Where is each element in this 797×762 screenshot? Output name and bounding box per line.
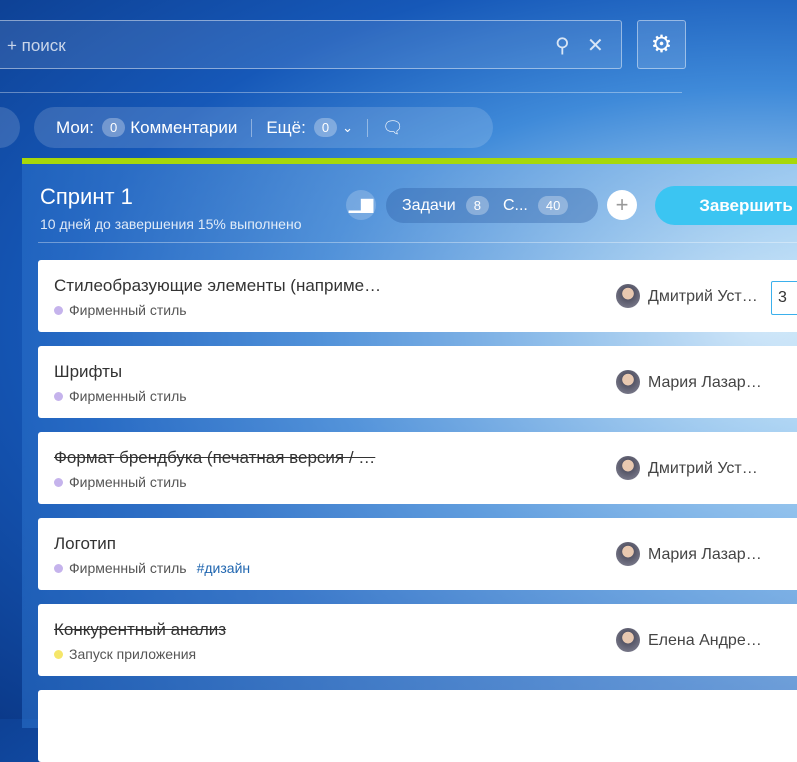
task-card[interactable]: Шрифты Фирменный стиль Мария Лазар… bbox=[38, 346, 797, 418]
task-tag: Фирменный стиль bbox=[54, 474, 187, 490]
sprint-tabs: Задачи 8 С... 40 bbox=[386, 188, 598, 223]
tag-label[interactable]: Фирменный стиль bbox=[69, 560, 187, 576]
sprint-title: Спринт 1 bbox=[40, 184, 133, 209]
assignee-name[interactable]: Елена Андре… bbox=[648, 632, 762, 650]
more-count[interactable]: 0 bbox=[313, 118, 338, 137]
tab-tasks[interactable]: Задачи bbox=[402, 197, 456, 215]
separator bbox=[251, 118, 253, 137]
task-name[interactable]: Формат брендбука (печатная версия / … bbox=[54, 448, 375, 468]
task-tag: Запуск приложения bbox=[54, 646, 196, 662]
mine-label: Мои: bbox=[56, 117, 95, 137]
separator bbox=[367, 118, 368, 137]
story-points-count: 40 bbox=[537, 196, 569, 215]
add-task-button[interactable]: + bbox=[607, 190, 637, 220]
tag-dot-icon bbox=[54, 392, 63, 401]
task-name[interactable]: Стилеобразующие элементы (наприме… bbox=[54, 276, 381, 296]
tag-dot-icon bbox=[54, 564, 63, 573]
tag-label[interactable]: Запуск приложения bbox=[69, 646, 196, 662]
assignee-name[interactable]: Мария Лазар… bbox=[648, 374, 762, 392]
close-icon[interactable]: ✕ bbox=[587, 33, 604, 58]
task-card[interactable] bbox=[38, 690, 797, 762]
avatar bbox=[616, 628, 640, 652]
sprint-subtitle: 10 дней до завершения 15% выполнено bbox=[40, 216, 302, 232]
tag-dot-icon bbox=[54, 306, 63, 315]
task-card[interactable]: Конкурентный анализ Запуск приложения Ел… bbox=[38, 604, 797, 676]
counters-bar: Мои: 0 Комментарии Ещё: 0 ⌄ 🗨 bbox=[34, 107, 493, 148]
divider bbox=[38, 242, 797, 243]
tag-label[interactable]: Фирменный стиль bbox=[69, 474, 187, 490]
more-label: Ещё: bbox=[266, 117, 306, 137]
task-name[interactable]: Конкурентный анализ bbox=[54, 620, 226, 640]
chart-bar-icon[interactable]: ▁▆ bbox=[346, 190, 376, 220]
tag-label[interactable]: Фирменный стиль bbox=[69, 302, 187, 318]
gear-icon: ⚙ bbox=[650, 31, 673, 58]
task-name[interactable]: Логотип bbox=[54, 534, 116, 554]
assignee-name[interactable]: Дмитрий Уст… bbox=[648, 460, 758, 478]
search-field[interactable]: + поиск ⚲ ✕ bbox=[0, 20, 622, 69]
tab-story-points[interactable]: С... bbox=[503, 197, 528, 215]
hashtag[interactable]: #дизайн bbox=[197, 560, 251, 576]
avatar bbox=[616, 456, 640, 480]
tag-dot-icon bbox=[54, 478, 63, 487]
search-icon[interactable]: ⚲ bbox=[555, 33, 570, 58]
assignee-name[interactable]: Дмитрий Уст… bbox=[648, 288, 758, 306]
comments-count[interactable]: 0 bbox=[102, 118, 126, 137]
chat-check-icon[interactable]: 🗨 bbox=[382, 118, 404, 138]
tasks-count: 8 bbox=[465, 196, 489, 215]
comments-link[interactable]: Комментарии bbox=[130, 118, 237, 138]
assignee-name[interactable]: Мария Лазар… bbox=[648, 546, 762, 564]
sprint-panel: Спринт 1 10 дней до завершения 15% выпол… bbox=[22, 158, 797, 762]
tag-dot-icon bbox=[54, 650, 63, 659]
tag-label[interactable]: Фирменный стиль bbox=[69, 388, 187, 404]
finish-sprint-button[interactable]: Завершить bbox=[655, 186, 797, 225]
avatar bbox=[616, 370, 640, 394]
task-tag: Фирменный стиль bbox=[54, 388, 187, 404]
chevron-down-icon[interactable]: ⌄ bbox=[342, 120, 353, 136]
filter-pill[interactable] bbox=[0, 107, 20, 148]
avatar bbox=[616, 542, 640, 566]
estimate-input[interactable]: 3 bbox=[771, 281, 797, 315]
task-name[interactable]: Шрифты bbox=[54, 362, 122, 382]
search-input[interactable]: + поиск bbox=[7, 36, 66, 56]
divider bbox=[0, 92, 682, 93]
task-card[interactable]: Формат брендбука (печатная версия / … Фи… bbox=[38, 432, 797, 504]
task-card[interactable]: Логотип Фирменный стиль #дизайн Мария Лаз… bbox=[38, 518, 797, 590]
task-tag: Фирменный стиль bbox=[54, 302, 187, 318]
task-tag: Фирменный стиль #дизайн bbox=[54, 560, 250, 576]
settings-button[interactable]: ⚙ bbox=[637, 20, 686, 69]
task-card[interactable]: Стилеобразующие элементы (наприме… Фирме… bbox=[38, 260, 797, 332]
avatar bbox=[616, 284, 640, 308]
